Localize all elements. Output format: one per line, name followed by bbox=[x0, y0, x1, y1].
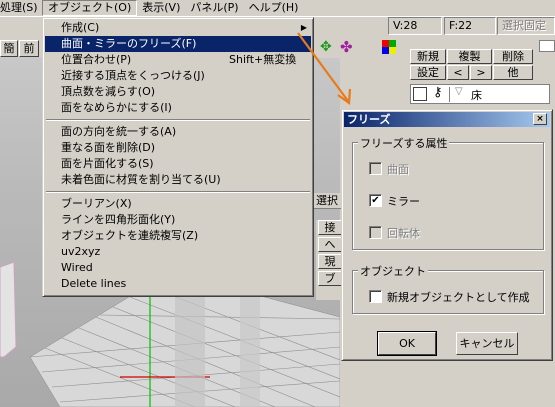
select-fixed-button[interactable]: 選択固定 bbox=[497, 17, 555, 35]
duplicate-button[interactable]: 複製 bbox=[447, 49, 492, 64]
menu-process[interactable]: 処理(S) bbox=[0, 0, 42, 16]
menu-item-freeze[interactable]: 曲面・ミラーのフリーズ(F) bbox=[45, 36, 311, 52]
menu-item-single-side[interactable]: 面を片面化する(S) bbox=[45, 156, 311, 172]
menu-item-label: Delete lines bbox=[61, 277, 127, 290]
menu-item-align[interactable]: 位置合わせ(P) Shift+無変換 bbox=[45, 52, 311, 68]
menu-separator bbox=[46, 119, 310, 121]
rotate-label: 回転体 bbox=[387, 227, 420, 240]
vertex-count: V:28 bbox=[388, 17, 442, 35]
new-object-label: 新規オブジェクトとして作成 bbox=[387, 291, 530, 304]
menu-item-label: 位置合わせ(P) bbox=[61, 53, 132, 66]
menu-item-shortcut: Shift+無変換 bbox=[229, 53, 297, 66]
menu-item-label: Wired bbox=[61, 261, 93, 274]
menu-help[interactable]: ヘルプ(H) bbox=[244, 0, 304, 16]
menu-item-label: 面の方向を統一する(A) bbox=[61, 125, 177, 138]
face-count: F:22 bbox=[444, 17, 496, 35]
settings-button[interactable]: 設定 bbox=[410, 65, 446, 80]
menu-item-smooth[interactable]: 面をなめらかにする(I) bbox=[45, 100, 311, 116]
expand-triangle-icon[interactable]: ▽ bbox=[455, 86, 463, 97]
new-object-button[interactable]: 新規 bbox=[410, 49, 446, 64]
menu-item-label: 曲面・ミラーのフリーズ(F) bbox=[61, 37, 197, 50]
ok-button[interactable]: OK bbox=[377, 331, 437, 356]
mirror-label: ミラー bbox=[387, 195, 420, 208]
menu-item-uv2xyz[interactable]: uv2xyz bbox=[45, 244, 311, 260]
object-panel: 新規 複製 削除 設定 < > 他 ⚷ ▽ 床 bbox=[408, 40, 555, 108]
row-divider bbox=[449, 87, 450, 102]
menu-item-label: 面を片面化する(S) bbox=[61, 157, 154, 170]
menubar: 処理(S) オブジェクト(O) 表示(V) パネル(P) ヘルプ(H) bbox=[0, 0, 555, 17]
object-list-row[interactable]: ⚷ ▽ 床 bbox=[410, 84, 550, 104]
visibility-toggle[interactable] bbox=[413, 87, 427, 101]
dialog-titlebar[interactable]: フリーズ × bbox=[344, 112, 550, 127]
menu-item-delete-overlap[interactable]: 重なる面を削除(D) bbox=[45, 140, 311, 156]
mirror-checkbox[interactable]: ✔ bbox=[369, 194, 382, 207]
menu-item-weld-vertices[interactable]: 近接する頂点をくっつける(J) bbox=[45, 68, 311, 84]
group-label-object: オブジェクト bbox=[358, 263, 428, 279]
menu-separator bbox=[46, 191, 310, 193]
menu-view[interactable]: 表示(V) bbox=[137, 0, 185, 16]
annotation-arrow bbox=[297, 32, 352, 106]
prev-object-button[interactable]: < bbox=[447, 65, 469, 80]
new-object-checkbox[interactable] bbox=[369, 290, 382, 303]
curve-label: 曲面 bbox=[387, 163, 409, 176]
curve-checkbox[interactable] bbox=[369, 162, 382, 175]
side-button-column: 接 へ 現 ブ bbox=[316, 220, 342, 300]
dialog-title: フリーズ bbox=[347, 113, 391, 126]
side-button-4[interactable]: ブ bbox=[318, 271, 342, 286]
next-object-button[interactable]: > bbox=[470, 65, 492, 80]
menu-item-label: 作成(C) bbox=[61, 21, 100, 34]
menu-item-create[interactable]: 作成(C) ▶ bbox=[45, 20, 311, 36]
close-icon[interactable]: × bbox=[533, 113, 547, 125]
delete-button[interactable]: 削除 bbox=[493, 49, 533, 64]
menu-item-label: 未着色面に材質を割り当てる(U) bbox=[61, 173, 221, 186]
menu-item-label: 重なる面を削除(D) bbox=[61, 141, 156, 154]
side-button-2[interactable]: へ bbox=[318, 237, 342, 252]
menu-item-line-to-quad[interactable]: ラインを四角形面化(Y) bbox=[45, 212, 311, 228]
object-name: 床 bbox=[471, 89, 482, 102]
menu-item-label: 面をなめらかにする(I) bbox=[61, 101, 172, 114]
menu-item-label: ラインを四角形面化(Y) bbox=[61, 213, 176, 226]
menu-item-label: オブジェクトを連続複写(Z) bbox=[61, 229, 199, 242]
menu-item-unify-normals[interactable]: 面の方向を統一する(A) bbox=[45, 124, 311, 140]
menu-item-continuous-copy[interactable]: オブジェクトを連続複写(Z) bbox=[45, 228, 311, 244]
select-tab[interactable]: 選択 bbox=[314, 193, 344, 209]
color-palette-icon[interactable] bbox=[382, 40, 396, 54]
side-button-3[interactable]: 現 bbox=[318, 254, 342, 269]
panel-close-box[interactable] bbox=[539, 40, 555, 52]
front-button[interactable]: 前 bbox=[19, 40, 39, 57]
side-button-1[interactable]: 接 bbox=[318, 220, 342, 235]
menu-item-assign-material[interactable]: 未着色面に材質を割り当てる(U) bbox=[45, 172, 311, 188]
group-label-attributes: フリーズする属性 bbox=[358, 135, 450, 151]
other-button[interactable]: 他 bbox=[493, 65, 533, 80]
menu-item-label: 近接する頂点をくっつける(J) bbox=[61, 69, 205, 82]
simple-button[interactable]: 簡 bbox=[0, 40, 18, 57]
object-menu-dropdown: 作成(C) ▶ 曲面・ミラーのフリーズ(F) 位置合わせ(P) Shift+無変… bbox=[42, 17, 314, 297]
menu-item-label: ブーリアン(X) bbox=[61, 197, 132, 210]
freeze-dialog: フリーズ × フリーズする属性 曲面 ✔ ミラー 回転体 オブジェクト 新規オブ… bbox=[341, 109, 553, 361]
lock-icon[interactable]: ⚷ bbox=[433, 85, 443, 100]
menu-object[interactable]: オブジェクト(O) bbox=[42, 0, 138, 16]
rotate-checkbox[interactable] bbox=[369, 226, 382, 239]
menu-item-label: uv2xyz bbox=[61, 245, 101, 258]
cancel-button[interactable]: キャンセル bbox=[456, 332, 518, 355]
menu-item-boolean[interactable]: ブーリアン(X) bbox=[45, 196, 311, 212]
menu-item-label: 頂点数を減らす(O) bbox=[61, 85, 156, 98]
menu-item-wired[interactable]: Wired bbox=[45, 260, 311, 276]
menu-item-delete-lines[interactable]: Delete lines bbox=[45, 276, 311, 292]
menu-panel[interactable]: パネル(P) bbox=[185, 0, 243, 16]
menu-item-reduce-vertices[interactable]: 頂点数を減らす(O) bbox=[45, 84, 311, 100]
